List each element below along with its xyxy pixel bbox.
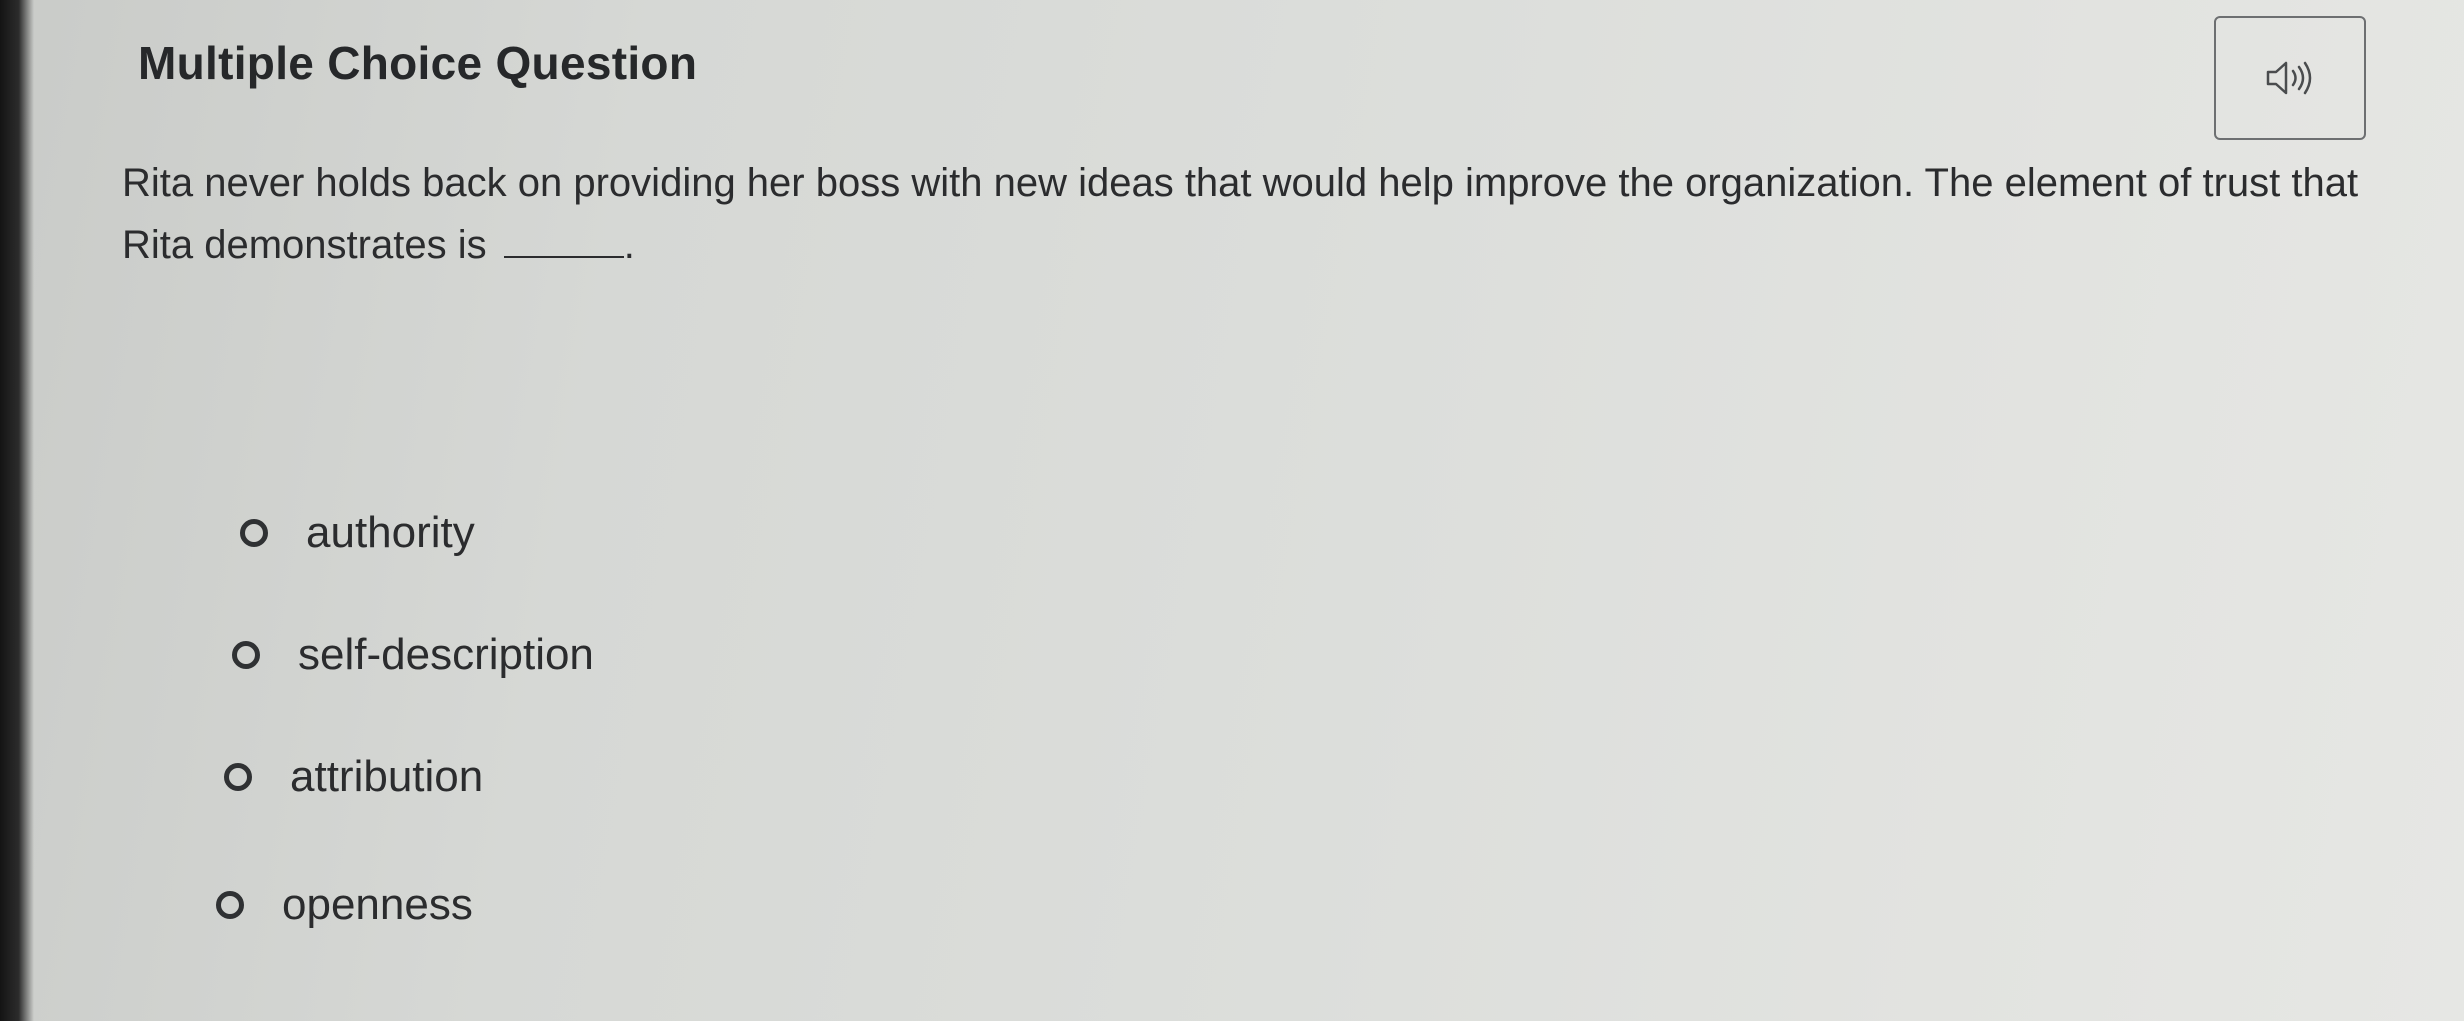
- choice-label: attribution: [290, 752, 484, 801]
- question-prompt: Rita never holds back on providing her b…: [122, 152, 2372, 276]
- radio-button[interactable]: [216, 891, 244, 919]
- radio-button[interactable]: [232, 641, 260, 669]
- choice-label: self-description: [298, 630, 594, 679]
- question-prompt-text: Rita never holds back on providing her b…: [122, 161, 2359, 267]
- screen-bezel-edge: [0, 0, 34, 1021]
- choice-self-description[interactable]: self-description: [232, 630, 594, 680]
- answer-blank: [503, 220, 624, 258]
- read-aloud-button[interactable]: [2214, 16, 2366, 140]
- question-heading: Multiple Choice Question: [138, 37, 698, 89]
- choice-label: authority: [306, 508, 475, 557]
- radio-button[interactable]: [240, 519, 268, 547]
- question-prompt-end: .: [623, 223, 635, 267]
- radio-button[interactable]: [224, 763, 252, 791]
- choice-openness[interactable]: openness: [216, 880, 473, 930]
- speaker-icon: [2266, 61, 2312, 95]
- choice-authority[interactable]: authority: [240, 508, 475, 558]
- choice-attribution[interactable]: attribution: [224, 752, 483, 802]
- choice-label: openness: [282, 880, 473, 929]
